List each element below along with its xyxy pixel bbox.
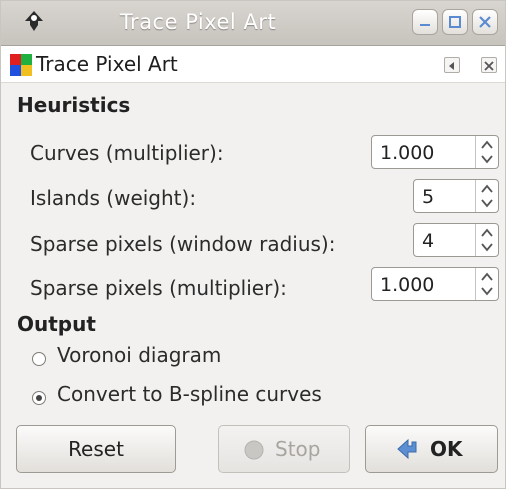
- output-heading: Output: [17, 312, 96, 336]
- stepper-arrows-icon: [481, 272, 493, 296]
- dialog-title: Trace Pixel Art: [36, 52, 178, 76]
- reset-button-label: Reset: [68, 437, 124, 461]
- stop-icon: [243, 439, 265, 466]
- sparse-window-radius-label: Sparse pixels (window radius):: [30, 232, 336, 256]
- curves-multiplier-stepper[interactable]: [475, 136, 498, 168]
- apply-arrow-icon: [394, 436, 426, 467]
- sparse-window-radius-value[interactable]: 4: [422, 230, 434, 252]
- close-icon: [479, 16, 491, 28]
- stop-button[interactable]: Stop: [218, 425, 350, 473]
- stepper-arrows-icon: [481, 228, 493, 252]
- trace-pixel-art-window: Trace Pixel Art Trace Pixel Art Heuristi…: [0, 0, 506, 489]
- curves-multiplier-spinbutton[interactable]: 1.000: [371, 135, 499, 169]
- sparse-multiplier-label: Sparse pixels (multiplier):: [30, 276, 287, 300]
- ok-button-label: OK: [430, 437, 463, 461]
- heuristics-heading: Heuristics: [17, 93, 131, 117]
- ok-button[interactable]: OK: [365, 425, 498, 473]
- voronoi-diagram-label[interactable]: Voronoi diagram: [57, 343, 221, 367]
- triangle-left-icon: [449, 62, 454, 70]
- islands-weight-stepper[interactable]: [475, 180, 498, 212]
- voronoi-radio[interactable]: [32, 352, 46, 366]
- curves-multiplier-label: Curves (multiplier):: [30, 141, 224, 165]
- islands-weight-spinbutton[interactable]: 5: [413, 179, 499, 213]
- stepper-arrows-icon: [481, 140, 493, 164]
- stop-button-label: Stop: [275, 437, 321, 461]
- minimize-button[interactable]: [412, 9, 438, 35]
- dialog-header: Trace Pixel Art: [1, 46, 505, 83]
- trace-pixel-art-icon: [10, 54, 32, 76]
- reset-button[interactable]: Reset: [16, 425, 176, 473]
- minimize-icon: [420, 24, 430, 26]
- stepper-arrows-icon: [481, 184, 493, 208]
- sparse-multiplier-stepper[interactable]: [475, 268, 498, 300]
- maximize-icon: [449, 16, 461, 28]
- close-icon: [484, 61, 494, 71]
- islands-weight-label: Islands (weight):: [30, 186, 197, 210]
- sparse-multiplier-spinbutton[interactable]: 1.000: [371, 267, 499, 301]
- close-dialog-button[interactable]: [481, 57, 497, 73]
- bspline-radio[interactable]: [32, 391, 46, 405]
- islands-weight-value[interactable]: 5: [422, 186, 434, 208]
- sparse-window-radius-spinbutton[interactable]: 4: [413, 223, 499, 257]
- radio-selected-indicator: [36, 395, 42, 401]
- maximize-button[interactable]: [442, 9, 468, 35]
- bspline-curves-label[interactable]: Convert to B-spline curves: [57, 382, 322, 406]
- iconify-dialog-button[interactable]: [444, 57, 460, 73]
- window-titlebar[interactable]: Trace Pixel Art: [1, 1, 505, 46]
- sparse-multiplier-value[interactable]: 1.000: [380, 274, 434, 296]
- curves-multiplier-value[interactable]: 1.000: [380, 142, 434, 164]
- sparse-window-radius-stepper[interactable]: [475, 224, 498, 256]
- close-button[interactable]: [472, 9, 498, 35]
- window-title: Trace Pixel Art: [119, 10, 277, 34]
